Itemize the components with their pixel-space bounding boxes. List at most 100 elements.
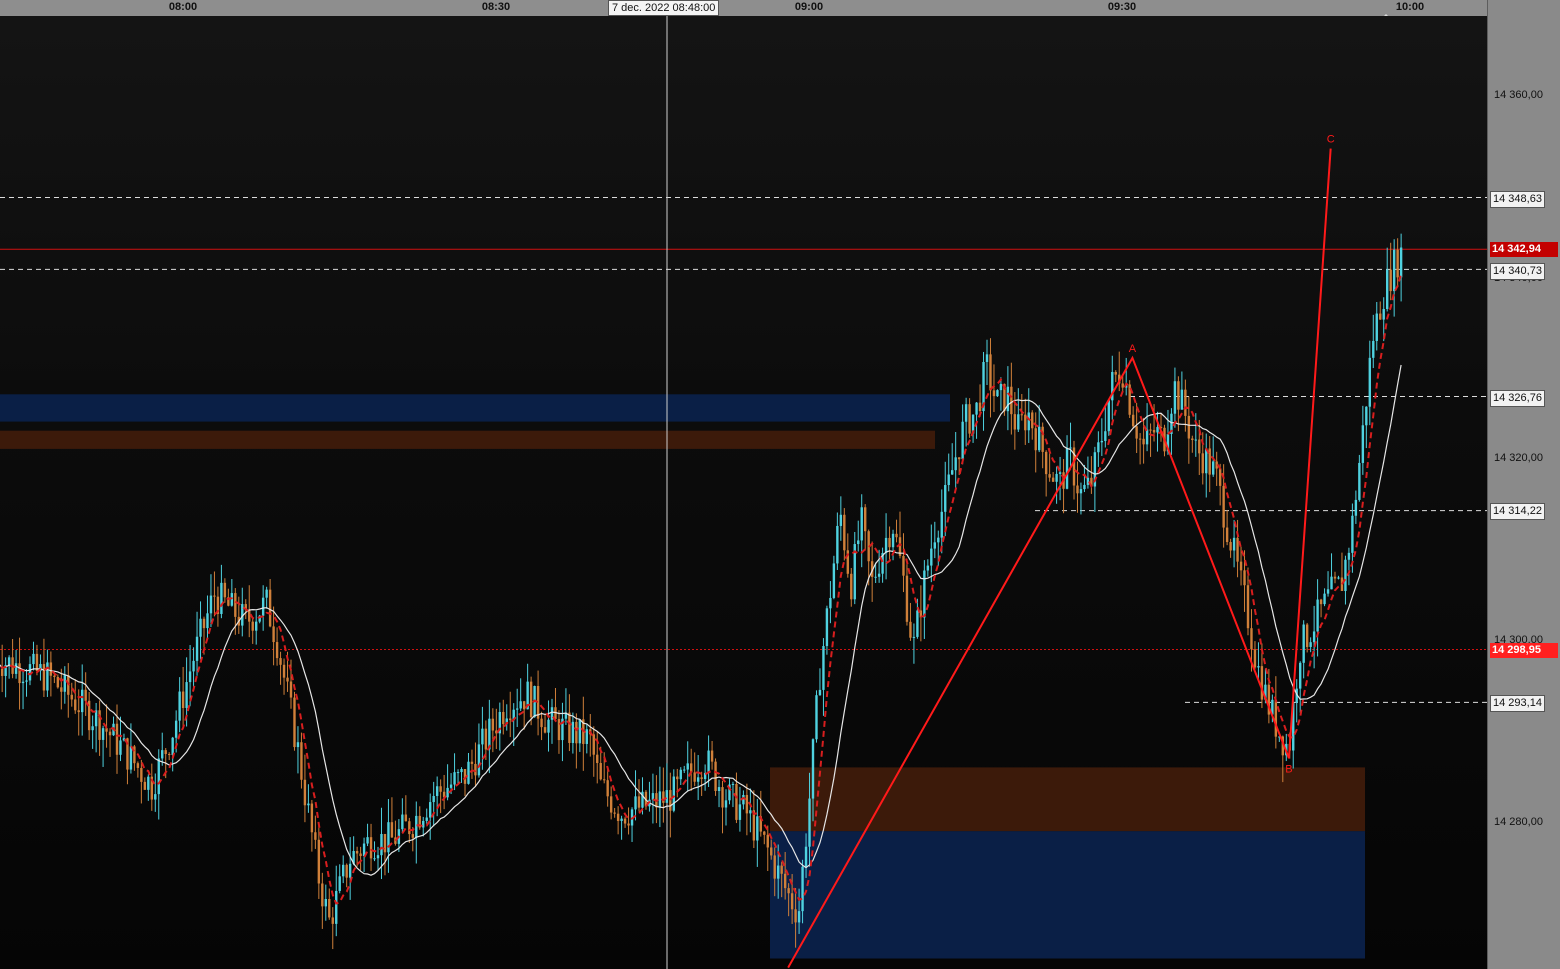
candle-body bbox=[484, 728, 488, 750]
candle-body bbox=[1368, 357, 1371, 407]
candle-body bbox=[891, 533, 895, 548]
candle-body bbox=[623, 818, 627, 824]
candle-body bbox=[206, 613, 209, 629]
candle-body bbox=[129, 746, 133, 770]
candle-body bbox=[338, 876, 341, 891]
candle-body bbox=[1173, 381, 1177, 414]
candle-body bbox=[902, 555, 905, 576]
pattern-point-label: C bbox=[1327, 134, 1335, 146]
candle-body bbox=[328, 899, 331, 918]
candle-body bbox=[836, 525, 839, 564]
candle-body bbox=[77, 710, 80, 713]
candle-body bbox=[1257, 666, 1260, 668]
candle-body bbox=[502, 711, 505, 725]
candle-body bbox=[1184, 389, 1187, 416]
time-axis[interactable]: 08:00 08:30 09:00 09:30 10:00 7 dec. 202… bbox=[0, 0, 1487, 17]
candle-body bbox=[522, 701, 526, 710]
candle-body bbox=[53, 675, 56, 677]
candle-body bbox=[1250, 628, 1253, 650]
candle-body bbox=[519, 701, 522, 709]
candle-body bbox=[255, 621, 258, 631]
candle-body bbox=[839, 514, 843, 526]
candle-body bbox=[140, 767, 143, 782]
candle-body bbox=[467, 761, 470, 784]
candle-body bbox=[571, 721, 575, 743]
candle-body bbox=[376, 855, 380, 859]
pattern-point-label: B bbox=[1285, 763, 1292, 775]
candle-body bbox=[1399, 247, 1403, 278]
candle-body bbox=[1319, 599, 1323, 605]
candle-body bbox=[157, 758, 160, 795]
candle-body bbox=[1229, 542, 1232, 551]
candle-body bbox=[707, 750, 710, 773]
candle-body bbox=[1239, 561, 1243, 571]
candle-body bbox=[1326, 589, 1330, 594]
candle-body bbox=[324, 899, 327, 907]
candle-body bbox=[429, 802, 432, 818]
candle-body bbox=[992, 390, 996, 397]
candle-body bbox=[1361, 425, 1365, 463]
candle-body bbox=[1006, 386, 1010, 412]
candle-body bbox=[314, 832, 317, 840]
candle-body bbox=[1309, 642, 1312, 647]
level-label: 14 293,14 bbox=[1490, 695, 1545, 712]
candle-body bbox=[282, 664, 286, 678]
candle-body bbox=[603, 779, 606, 781]
candle-body bbox=[422, 820, 425, 828]
candle-body bbox=[947, 474, 950, 486]
candle-body bbox=[933, 542, 936, 549]
candle-body bbox=[1138, 438, 1142, 440]
candle-body bbox=[877, 573, 881, 577]
candle-body bbox=[1316, 599, 1319, 632]
price-tick: 14 320,00 bbox=[1494, 452, 1543, 464]
candle-body bbox=[609, 796, 613, 813]
candle-body bbox=[811, 739, 815, 799]
candle-body bbox=[1131, 414, 1135, 427]
candle-body bbox=[557, 719, 561, 741]
candle-body bbox=[547, 719, 550, 733]
price-axis[interactable]: 14 360,00 14 340,00 14 320,00 14 300,00 … bbox=[1487, 0, 1560, 969]
candle-body bbox=[930, 548, 933, 566]
candlestick-chart[interactable]: A B C bbox=[0, 16, 1487, 969]
candle-body bbox=[108, 731, 112, 736]
candle-body bbox=[449, 784, 453, 788]
candle-body bbox=[209, 595, 213, 614]
candle-body bbox=[174, 720, 178, 738]
candle-body bbox=[91, 726, 94, 731]
candle-body bbox=[766, 834, 769, 848]
candle-body bbox=[42, 664, 46, 691]
candle-body bbox=[1135, 426, 1138, 439]
candle-body bbox=[63, 675, 66, 692]
candle-body bbox=[296, 742, 300, 748]
demand-zone bbox=[0, 394, 950, 422]
current-price-label: 14 342,94 bbox=[1490, 242, 1558, 257]
candle-body bbox=[300, 742, 303, 780]
candle-body bbox=[627, 823, 630, 826]
candle-body bbox=[390, 822, 394, 838]
candle-body bbox=[770, 847, 773, 856]
candle-body bbox=[460, 768, 463, 773]
candle-body bbox=[773, 855, 776, 879]
candle-body bbox=[366, 837, 369, 844]
candle-body bbox=[975, 402, 978, 415]
candle-body bbox=[345, 864, 348, 878]
candle-body bbox=[596, 754, 599, 764]
candle-body bbox=[1389, 269, 1392, 292]
candle-body bbox=[119, 740, 122, 755]
candle-body bbox=[957, 457, 961, 460]
candle-body bbox=[1055, 473, 1058, 482]
chart-plot-area[interactable]: A B C bbox=[0, 16, 1487, 969]
candle-body bbox=[272, 626, 275, 643]
candle-body bbox=[926, 565, 930, 571]
candle-body bbox=[985, 354, 989, 362]
candle-body bbox=[575, 721, 578, 744]
candle-body bbox=[154, 794, 157, 800]
candle-body bbox=[268, 589, 272, 627]
candle-body bbox=[94, 710, 98, 727]
candle-body bbox=[825, 608, 829, 647]
time-label: 09:30 bbox=[1107, 1, 1137, 13]
candle-body bbox=[1034, 428, 1037, 451]
time-label: 09:00 bbox=[794, 1, 824, 13]
candle-body bbox=[735, 783, 738, 820]
candle-body bbox=[745, 794, 749, 814]
